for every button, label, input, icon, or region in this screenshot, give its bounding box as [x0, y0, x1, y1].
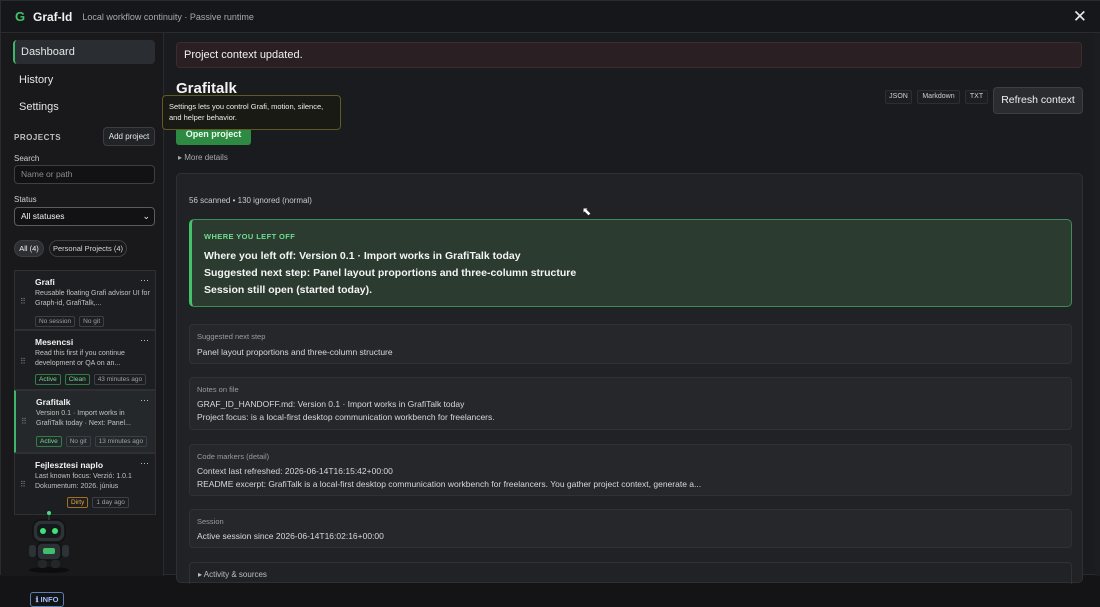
project-title: Grafitalk: [36, 397, 71, 407]
more-options-icon[interactable]: ···: [140, 335, 149, 345]
export-txt-button[interactable]: TXT: [965, 90, 988, 104]
project-desc: Reusable floating Grafi advisor UI for G…: [35, 290, 150, 307]
next-step-line: Suggested next step: Panel layout propor…: [204, 267, 577, 279]
context-panel: 56 scanned • 130 ignored (normal) ⬉ WHER…: [176, 173, 1083, 584]
sidebar: Dashboard History Settings PROJECTS Add …: [1, 33, 164, 607]
git-badge: Clean: [64, 374, 90, 385]
export-json-button[interactable]: JSON: [885, 90, 912, 104]
status-badge: Dirty: [67, 497, 89, 508]
status-select[interactable]: All statuses ⌄: [14, 207, 155, 226]
git-badge: No git: [79, 316, 105, 327]
filter-all[interactable]: All (4): [14, 240, 44, 257]
tooltip: Settings lets you control Grafi, motion,…: [162, 95, 341, 130]
activity-sources-toggle[interactable]: ▸ Activity & sources: [189, 562, 1072, 584]
session-box: Session Active session since 2026-06-14T…: [189, 509, 1072, 548]
drag-handle-icon[interactable]: ⠿: [20, 297, 26, 306]
box-text: README excerpt: GrafiTalk is a local-fir…: [197, 479, 702, 489]
box-label: Session: [197, 517, 224, 526]
notes-box: Notes on file GRAF_ID_HANDOFF.md: Versio…: [189, 377, 1072, 430]
title-bar: G Graf-Id Local workflow continuity · Pa…: [1, 1, 1100, 33]
projects-heading: PROJECTS: [14, 133, 62, 142]
box-text: GRAF_ID_HANDOFF.md: Version 0.1 · Import…: [197, 399, 465, 409]
box-text: Project focus: is a local-first desktop …: [197, 412, 495, 422]
box-text: Active session since 2026-06-14T16:02:16…: [197, 531, 384, 541]
search-input[interactable]: Name or path: [14, 165, 155, 184]
search-label: Search: [14, 154, 40, 163]
drag-handle-icon[interactable]: ⠿: [20, 480, 26, 489]
session-line: Session still open (started today).: [204, 284, 373, 296]
close-icon[interactable]: ✕: [1073, 8, 1087, 25]
app-logo-icon: G: [15, 8, 26, 24]
more-details-toggle[interactable]: ▸ More details: [178, 153, 228, 162]
more-options-icon[interactable]: ···: [140, 458, 149, 468]
box-text: Panel layout proportions and three-colum…: [197, 347, 393, 357]
box-label: Suggested next step: [197, 332, 266, 341]
project-desc: Last known focus: Verzió: 1.0.1 Dokument…: [35, 473, 132, 490]
status-badge: Active: [35, 374, 61, 385]
mouse-cursor-icon: ⬉: [582, 206, 592, 218]
nav-history[interactable]: History: [13, 68, 155, 92]
project-title: Fejlesztesi naplo: [35, 460, 104, 470]
more-options-icon[interactable]: ···: [140, 395, 149, 405]
add-project-button[interactable]: Add project: [103, 127, 155, 146]
box-label: Notes on file: [197, 385, 239, 394]
project-card-mesencsi[interactable]: ⠿ Mesencsi ··· Read this first if you co…: [14, 330, 156, 390]
box-label: Code markers (detail): [197, 452, 270, 461]
where-you-left-off-card: WHERE YOU LEFT OFF Where you left off: V…: [189, 219, 1072, 307]
filter-personal[interactable]: Personal Projects (4): [49, 240, 127, 257]
where-line: Where you left off: Version 0.1 · Import…: [204, 250, 521, 262]
project-title: Grafi: [35, 277, 55, 287]
status-select-value: All statuses: [21, 211, 65, 221]
scrollbar[interactable]: [1095, 33, 1100, 576]
app-name: Graf-Id: [33, 9, 73, 24]
export-markdown-button[interactable]: Markdown: [917, 90, 960, 104]
info-button[interactable]: ℹ INFO: [30, 592, 64, 607]
suggested-step-box: Suggested next step Panel layout proport…: [189, 324, 1072, 364]
status-badge: Active: [36, 436, 62, 447]
time-badge: 1 day ago: [92, 497, 129, 508]
time-badge: 43 minutes ago: [93, 374, 147, 385]
scan-summary: 56 scanned • 130 ignored (normal): [189, 196, 312, 205]
alert-banner: Project context updated.: [176, 42, 1082, 68]
status-badge: No session: [35, 316, 76, 327]
main-content: Project context updated. Grafitalk Open …: [162, 33, 1099, 584]
drag-handle-icon[interactable]: ⠿: [21, 417, 27, 426]
box-text: Context last refreshed: 2026-06-14T16:15…: [197, 466, 393, 476]
project-card-grafitalk[interactable]: ⠿ Grafitalk ··· Version 0.1 · Import wor…: [14, 390, 156, 453]
project-title: Mesencsi: [35, 337, 74, 347]
project-card-fejlesztesi-naplo[interactable]: ⠿ Fejlesztesi naplo ··· Last known focus…: [14, 453, 156, 515]
app-subtitle: Local workflow continuity · Passive runt…: [82, 11, 254, 22]
refresh-context-button[interactable]: Refresh context: [993, 87, 1083, 114]
project-card-grafi[interactable]: ⠿ Grafi ··· Reusable floating Grafi advi…: [14, 270, 156, 330]
status-label: Status: [14, 195, 37, 204]
nav-settings[interactable]: Settings: [13, 95, 155, 119]
project-desc: Read this first if you continue developm…: [35, 350, 125, 367]
more-options-icon[interactable]: ···: [140, 275, 149, 285]
app-window: G Graf-Id Local workflow continuity · Pa…: [0, 0, 1100, 607]
project-desc: Version 0.1 · Import works in GrafiTalk …: [36, 410, 131, 427]
code-markers-box: Code markers (detail) Context last refre…: [189, 444, 1072, 496]
git-badge: No git: [65, 436, 91, 447]
chevron-down-icon: ⌄: [142, 211, 150, 221]
drag-handle-icon[interactable]: ⠿: [20, 357, 26, 366]
where-heading: WHERE YOU LEFT OFF: [204, 232, 296, 241]
time-badge: 13 minutes ago: [94, 436, 148, 447]
grafi-robot-mascot-icon[interactable]: [23, 510, 75, 574]
nav-dashboard[interactable]: Dashboard: [13, 40, 155, 64]
